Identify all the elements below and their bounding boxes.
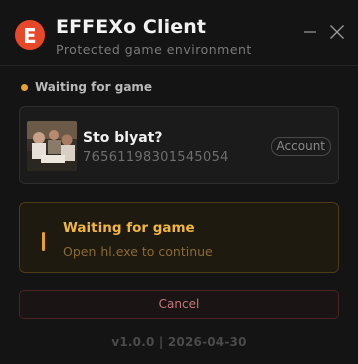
- cancel-button[interactable]: Cancel: [19, 290, 339, 319]
- account-card: Sto blyat? 76561198301545054 Account: [19, 106, 339, 184]
- app-subtitle: Protected game environment: [56, 42, 252, 57]
- avatar-image: [27, 121, 77, 171]
- status-text: Waiting for game: [35, 80, 153, 94]
- version-footer: v1.0.0 | 2026-04-30: [111, 335, 247, 349]
- app-logo: [15, 20, 45, 50]
- waiting-message: Open hl.exe to continue: [63, 244, 213, 259]
- close-button[interactable]: [327, 22, 347, 42]
- waiting-title: Waiting for game: [63, 220, 195, 236]
- title-bar: EFFEXo Client Protected game environment: [0, 0, 358, 66]
- e-logo-icon: [25, 28, 36, 43]
- status-dot-icon: [21, 83, 28, 91]
- minimize-icon: [304, 31, 316, 33]
- waiting-accent-bar: [42, 232, 45, 251]
- app-title: EFFEXo Client: [56, 16, 206, 38]
- account-steam-id: 76561198301545054: [83, 150, 229, 165]
- account-name: Sto blyat?: [83, 130, 163, 146]
- account-badge[interactable]: Account: [270, 137, 331, 156]
- avatar: [27, 121, 77, 171]
- close-icon: [330, 25, 344, 39]
- waiting-panel: Waiting for game Open hl.exe to continue: [19, 202, 339, 273]
- status-indicator: Waiting for game: [21, 80, 152, 94]
- minimize-button[interactable]: [300, 22, 320, 42]
